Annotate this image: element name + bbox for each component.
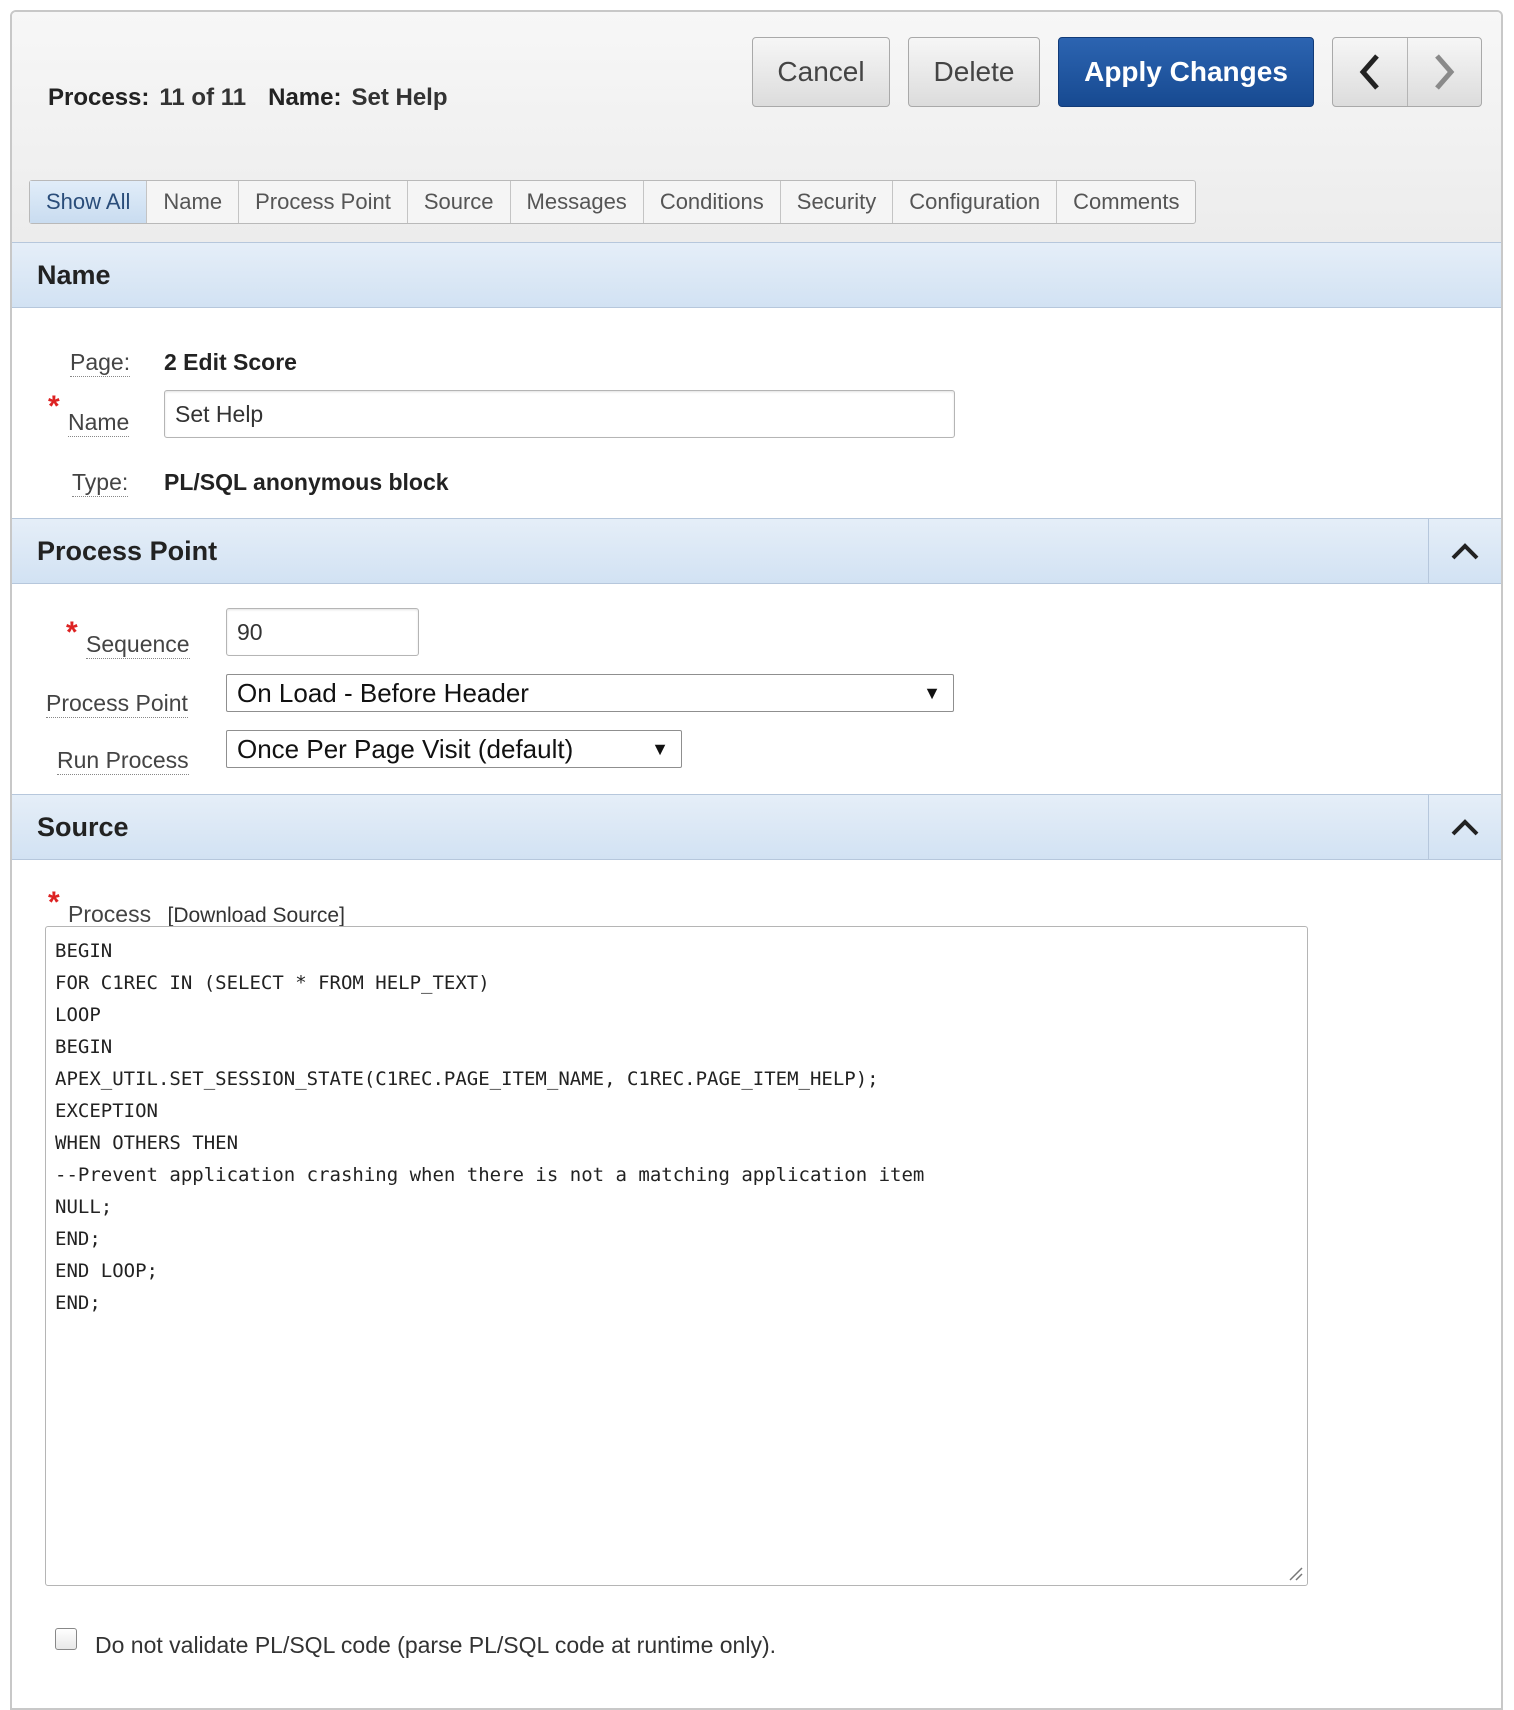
- type-field-label: Type:: [72, 469, 129, 497]
- code-line: --Prevent application crashing when ther…: [55, 1164, 925, 1186]
- chevron-up-icon: [1451, 819, 1479, 836]
- name-section-header: Name: [12, 242, 1501, 308]
- section-title: Process Point: [37, 536, 218, 566]
- section-tabs: Show All Name Process Point Source Messa…: [29, 180, 1197, 224]
- code-editor[interactable]: BEGIN FOR C1REC IN (SELECT * FROM HELP_T…: [45, 926, 1308, 1586]
- tab-process-point[interactable]: Process Point: [238, 181, 407, 223]
- sequence-field-label: Sequence: [86, 631, 190, 659]
- name-field-label: Name: [68, 409, 130, 437]
- skip-validation-checkbox[interactable]: [55, 1628, 77, 1650]
- process-name: Set Help: [351, 84, 448, 111]
- process-info: Process: 11 of 11 Name: Set Help: [48, 84, 470, 112]
- code-line: END LOOP;: [55, 1260, 158, 1282]
- process-label: Process:: [48, 84, 150, 111]
- selected-value: On Load - Before Header: [237, 678, 529, 708]
- code-line: BEGIN: [55, 1036, 113, 1058]
- page-header: Process: 11 of 11 Name: Set Help Cancel Del…: [12, 12, 1501, 243]
- dropdown-arrow-icon: ▼: [923, 683, 941, 703]
- code-line: END;: [55, 1292, 101, 1314]
- tab-security[interactable]: Security: [779, 181, 892, 223]
- chevron-right-icon: [1435, 54, 1455, 90]
- next-button[interactable]: [1406, 38, 1482, 106]
- process-label-text: Process: [68, 901, 152, 927]
- page-field-value: 2 Edit Score: [164, 349, 297, 375]
- code-line: WHEN OTHERS THEN: [55, 1132, 239, 1154]
- record-navigation: [1332, 37, 1482, 107]
- code-line: END;: [55, 1228, 101, 1250]
- tab-messages[interactable]: Messages: [509, 181, 643, 223]
- chevron-up-icon: [1451, 543, 1479, 560]
- collapse-button[interactable]: [1428, 795, 1501, 859]
- code-line: APEX_UTIL.SET_SESSION_STATE(C1REC.PAGE_I…: [55, 1068, 879, 1090]
- sequence-input[interactable]: 90: [226, 608, 419, 656]
- resize-handle-icon[interactable]: [1287, 1565, 1303, 1581]
- edit-process-panel: Process: 11 of 11 Name: Set Help Cancel Del…: [10, 10, 1503, 1710]
- run-process-select[interactable]: Once Per Page Visit (default) ▼: [226, 730, 682, 768]
- skip-validation-label: Do not validate PL/SQL code (parse PL/SQ…: [95, 1632, 776, 1658]
- section-title: Name: [37, 260, 111, 290]
- tab-source[interactable]: Source: [406, 181, 510, 223]
- process-point-select[interactable]: On Load - Before Header ▼: [226, 674, 954, 712]
- cancel-button[interactable]: Cancel: [752, 37, 890, 107]
- tab-show-all[interactable]: Show All: [30, 181, 147, 223]
- code-line: FOR C1REC IN (SELECT * FROM HELP_TEXT): [55, 972, 490, 994]
- code-line: BEGIN: [55, 940, 113, 962]
- tab-comments[interactable]: Comments: [1056, 181, 1195, 223]
- type-field-value: PL/SQL anonymous block: [164, 469, 449, 495]
- section-title: Source: [37, 812, 129, 842]
- chevron-left-icon: [1359, 54, 1379, 90]
- source-section-header: Source: [12, 794, 1501, 860]
- tab-name[interactable]: Name: [146, 181, 238, 223]
- required-marker: *: [48, 886, 60, 919]
- previous-button[interactable]: [1333, 38, 1407, 106]
- code-line: NULL;: [55, 1196, 113, 1218]
- code-line: EXCEPTION: [55, 1100, 158, 1122]
- tab-conditions[interactable]: Conditions: [642, 181, 780, 223]
- dropdown-arrow-icon: ▼: [651, 739, 669, 759]
- required-marker: *: [48, 390, 60, 423]
- selected-value: Once Per Page Visit (default): [237, 734, 574, 764]
- required-marker: *: [66, 616, 78, 649]
- page-field-label: Page:: [70, 349, 131, 377]
- code-line: LOOP: [55, 1004, 101, 1026]
- process-point-section-header: Process Point: [12, 518, 1501, 584]
- name-label: Name:: [268, 84, 342, 111]
- process-point-field-label: Process Point: [46, 690, 188, 718]
- apply-changes-button[interactable]: Apply Changes: [1058, 37, 1314, 107]
- run-process-field-label: Run Process: [57, 747, 189, 775]
- collapse-button[interactable]: [1428, 519, 1501, 583]
- tab-configuration[interactable]: Configuration: [892, 181, 1056, 223]
- delete-button[interactable]: Delete: [908, 37, 1040, 107]
- download-source-link[interactable]: [Download Source]: [167, 904, 344, 927]
- process-counter: 11 of 11: [159, 84, 247, 111]
- name-input[interactable]: Set Help: [164, 390, 955, 438]
